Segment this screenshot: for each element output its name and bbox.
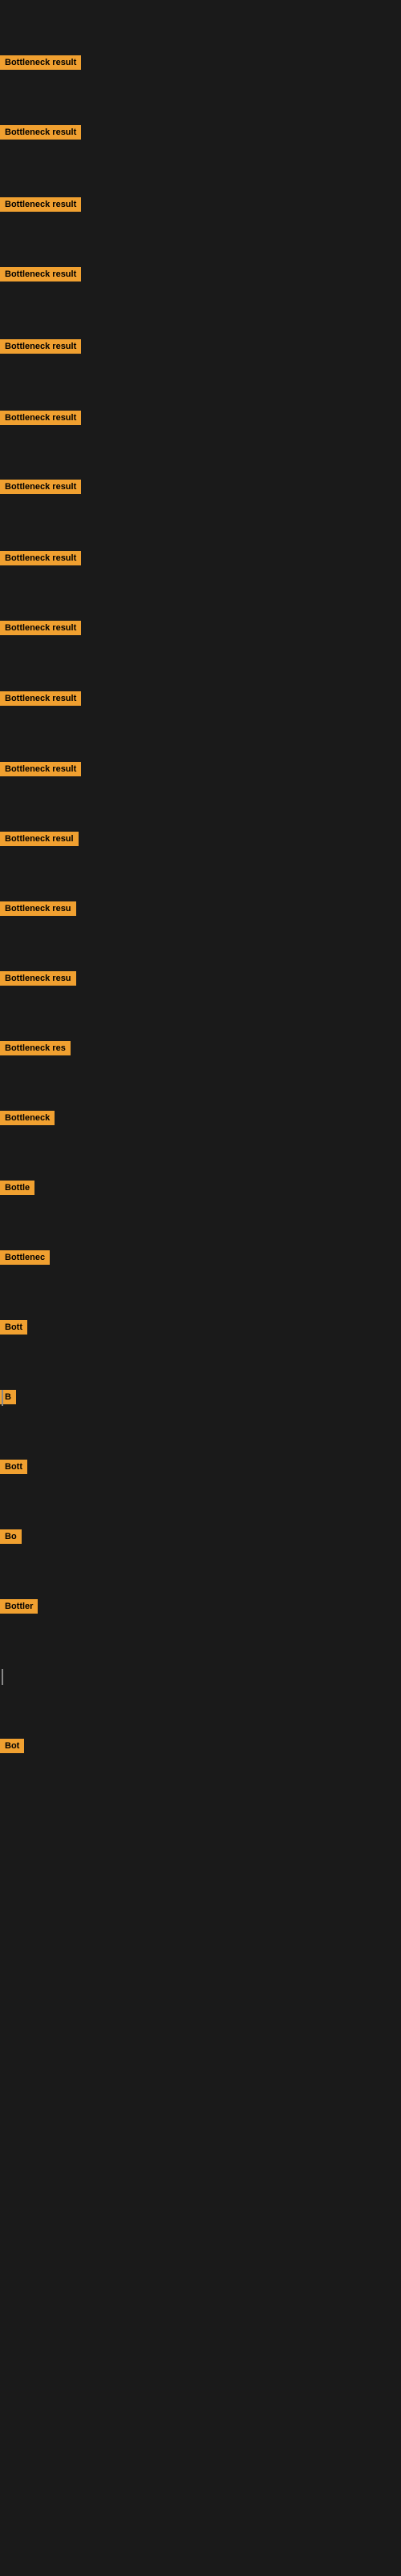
bottleneck-label-14: Bottleneck res [0,1041,71,1055]
vertical-line-0 [2,1390,3,1406]
bottleneck-label-16: Bottle [0,1181,34,1195]
vertical-line-1 [2,1669,3,1685]
bottleneck-label-6: Bottleneck result [0,480,81,494]
bottleneck-label-0: Bottleneck result [0,55,81,70]
bottleneck-result-6: Bottleneck result [0,480,81,498]
bottleneck-result-1: Bottleneck result [0,125,81,144]
bottleneck-label-7: Bottleneck result [0,551,81,565]
bottleneck-label-15: Bottleneck [0,1111,55,1125]
bottleneck-result-9: Bottleneck result [0,691,81,710]
bottleneck-label-18: Bott [0,1320,27,1335]
bottleneck-result-0: Bottleneck result [0,55,81,74]
bottleneck-label-3: Bottleneck result [0,267,81,281]
bottleneck-result-14: Bottleneck res [0,1041,71,1059]
bottleneck-label-4: Bottleneck result [0,339,81,354]
bottleneck-label-12: Bottleneck resu [0,901,76,916]
bottleneck-label-17: Bottlenec [0,1250,50,1265]
bottleneck-result-11: Bottleneck resul [0,832,79,850]
bottleneck-result-5: Bottleneck result [0,411,81,429]
bottleneck-label-24: Bot [0,1739,24,1753]
bottleneck-result-7: Bottleneck result [0,551,81,569]
bottleneck-result-17: Bottlenec [0,1250,50,1269]
bottleneck-result-20: Bott [0,1460,27,1478]
bottleneck-label-8: Bottleneck result [0,621,81,635]
bottleneck-label-21: Bo [0,1529,22,1544]
bottleneck-result-15: Bottleneck [0,1111,55,1129]
bottleneck-result-4: Bottleneck result [0,339,81,358]
bottleneck-result-8: Bottleneck result [0,621,81,639]
bottleneck-result-24: Bot [0,1739,24,1757]
bottleneck-label-22: Bottler [0,1599,38,1614]
bottleneck-result-21: Bo [0,1529,22,1548]
site-title [0,0,401,10]
bottleneck-label-9: Bottleneck result [0,691,81,706]
bottleneck-label-13: Bottleneck resu [0,971,76,986]
bottleneck-label-5: Bottleneck result [0,411,81,425]
bottleneck-result-2: Bottleneck result [0,197,81,216]
bottleneck-result-3: Bottleneck result [0,267,81,286]
bottleneck-result-18: Bott [0,1320,27,1339]
bottleneck-result-13: Bottleneck resu [0,971,76,990]
bottleneck-label-2: Bottleneck result [0,197,81,212]
bottleneck-label-11: Bottleneck resul [0,832,79,846]
bottleneck-result-22: Bottler [0,1599,38,1618]
bottleneck-label-10: Bottleneck result [0,762,81,776]
bottleneck-result-10: Bottleneck result [0,762,81,780]
bottleneck-result-12: Bottleneck resu [0,901,76,920]
bottleneck-result-16: Bottle [0,1181,34,1199]
bottleneck-label-1: Bottleneck result [0,125,81,140]
bottleneck-label-20: Bott [0,1460,27,1474]
